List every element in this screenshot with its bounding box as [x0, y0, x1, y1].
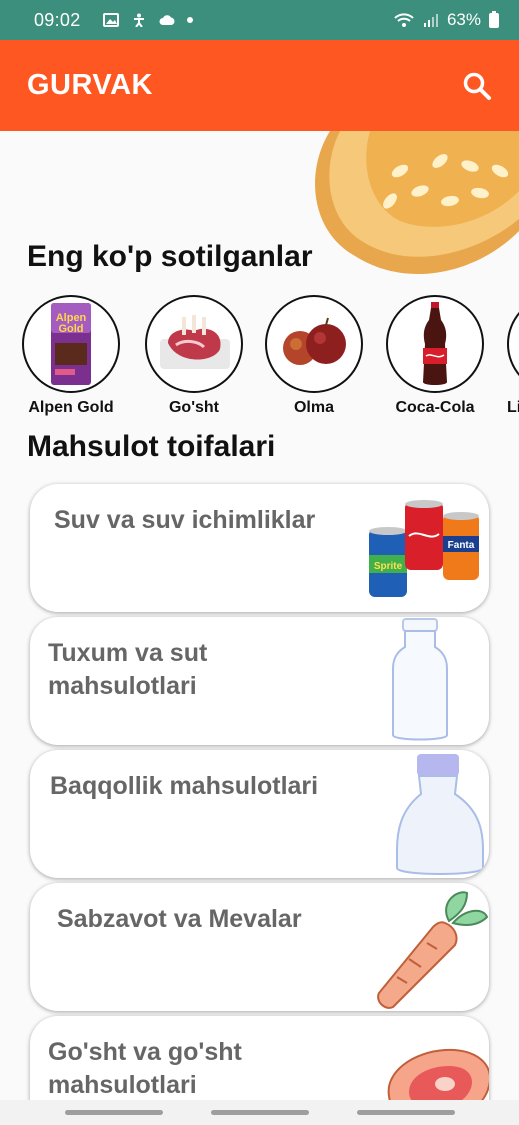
bestseller-image [386, 295, 484, 393]
bestseller-label: Go'sht [168, 399, 220, 416]
bestseller-item[interactable]: Li [496, 295, 519, 417]
app-title: GURVAK [27, 69, 153, 101]
bestsellers-title: Eng ko'p sotilganlar [27, 240, 313, 273]
bestseller-label: Coca-Cola [395, 399, 475, 416]
bestseller-label: Olma [293, 399, 334, 416]
status-bar: 09:02 63% [0, 0, 519, 40]
soda-cans-icon: Sprite Fanta [369, 500, 479, 597]
bestseller-item[interactable]: Olma [254, 295, 374, 417]
category-label: Go'sht va go'sht mahsulotlari [48, 1038, 242, 1099]
category-card[interactable]: Tuxum va sut mahsulotlari [30, 617, 489, 745]
cloud-icon [159, 15, 175, 26]
bestseller-item[interactable]: Alpen Gold Alpen Gold [11, 295, 131, 417]
nav-recents-handle[interactable] [356, 1110, 455, 1115]
melon-decoration-icon [315, 131, 519, 275]
system-nav-bar [0, 1100, 519, 1125]
bestseller-item[interactable]: Coca-Cola [375, 295, 495, 417]
meat-icon [160, 315, 230, 369]
oil-bottle-icon [396, 754, 484, 875]
bestseller-image [145, 295, 243, 393]
apples-icon [283, 317, 346, 365]
nav-home-handle[interactable] [210, 1110, 309, 1115]
signal-icon [423, 14, 438, 27]
bestseller-image [265, 295, 363, 393]
category-label: Suv va suv ichimliklar [54, 506, 316, 534]
wifi-icon [394, 13, 414, 27]
status-time: 09:02 [34, 9, 81, 30]
svg-text:Fanta: Fanta [448, 540, 475, 551]
search-icon [463, 72, 491, 100]
coca-cola-bottle-icon [423, 302, 447, 385]
category-card[interactable]: Baqqollik mahsulotlari [30, 750, 489, 878]
bestseller-item[interactable]: Go'sht [134, 295, 254, 417]
carrot-icon [377, 891, 489, 1009]
bestseller-image [507, 295, 519, 393]
accessibility-icon [133, 13, 144, 27]
svg-text:Gold: Gold [58, 323, 83, 335]
app-bar: GURVAK [0, 40, 519, 131]
bestseller-label: Li [507, 399, 519, 416]
gallery-icon [102, 13, 119, 27]
category-label: Baqqollik mahsulotlari [50, 772, 319, 800]
category-card[interactable]: Sabzavot va Mevalar [30, 883, 489, 1011]
nav-back-handle[interactable] [64, 1110, 163, 1115]
svg-text:Sprite: Sprite [374, 561, 403, 572]
categories-title: Mahsulot toifalari [27, 430, 276, 463]
search-button[interactable] [459, 68, 495, 104]
alpen-gold-chocolate-icon: Alpen Gold [51, 303, 91, 385]
bestseller-label: Alpen Gold [28, 399, 114, 416]
bestseller-image: Alpen Gold [22, 295, 120, 393]
battery-icon [489, 10, 499, 28]
bestsellers-list[interactable]: Alpen Gold Alpen Gold Go'sht Olma Coca-C… [0, 295, 519, 425]
milk-bottle-icon [392, 618, 448, 741]
notification-dot-icon [186, 17, 193, 23]
category-card[interactable]: Suv va suv ichimliklar Sprite Fanta [30, 484, 489, 612]
category-label: Sabzavot va Mevalar [57, 905, 302, 933]
battery-percentage: 63% [446, 10, 481, 29]
category-label: Tuxum va sut mahsulotlari [48, 639, 208, 700]
